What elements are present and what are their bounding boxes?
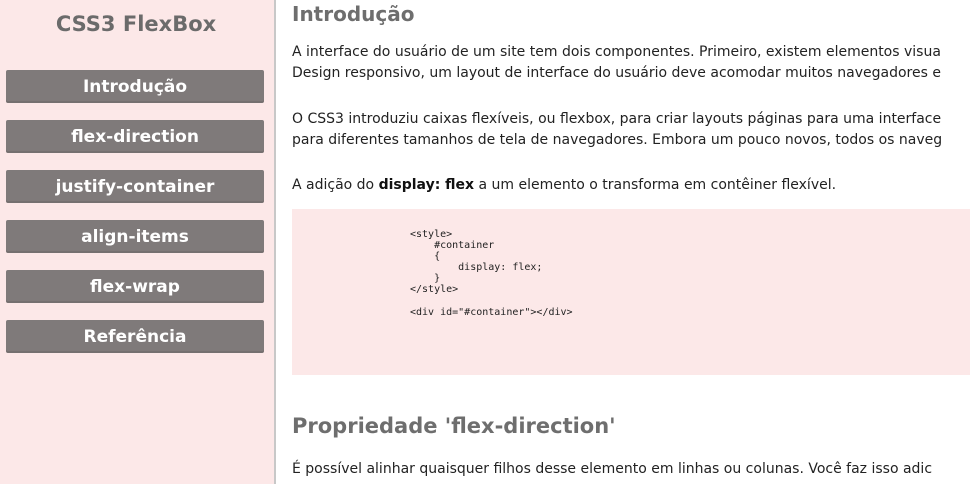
intro-p3-text-after: a um elemento o transforma em contêiner …	[474, 177, 837, 193]
code-line-container-selector: #container	[410, 240, 495, 251]
nav-button-flex-direction[interactable]: flex-direction	[6, 120, 264, 153]
intro-p3-text-before: A adição do	[292, 177, 379, 193]
nav-button-referencia[interactable]: Referência	[6, 320, 264, 353]
code-line-brace-open: {	[410, 251, 441, 262]
display-flex-keyword: display: flex	[378, 177, 475, 193]
sidebar: CSS3 FlexBox Introdução flex-direction j…	[0, 0, 276, 484]
code-line-brace-close: }	[410, 273, 441, 284]
section-heading-flex-direction: Propriedade 'flex-direction'	[292, 414, 616, 438]
intro-paragraph-2-line-2: para diferentes tamanhos de tela de nave…	[292, 132, 943, 148]
code-line-style-open: <style>	[410, 229, 453, 240]
section-heading-introducao: Introdução	[292, 2, 415, 26]
intro-paragraph-1-line-1: A interface do usuário de um site tem do…	[292, 44, 941, 60]
sidebar-title: CSS3 FlexBox	[55, 12, 217, 36]
nav-button-introducao[interactable]: Introdução	[6, 70, 264, 103]
code-example-box: <style> #container { display: flex; } </…	[292, 209, 970, 375]
nav-button-justify-container[interactable]: justify-container	[6, 170, 264, 203]
code-line-display-flex: display: flex;	[410, 262, 543, 273]
intro-paragraph-3: A adição do display: flex a um elemento …	[292, 175, 970, 196]
code-line-style-close: </style>	[410, 284, 459, 295]
intro-paragraph-2-line-1: O CSS3 introduziu caixas flexíveis, ou f…	[292, 111, 942, 127]
code-line-div-container: <div id="#container"></div>	[410, 307, 573, 318]
nav-button-align-items[interactable]: align-items	[6, 220, 264, 253]
intro-paragraph-1-line-2: Design responsivo, um layout de interfac…	[292, 65, 941, 81]
nav-button-flex-wrap[interactable]: flex-wrap	[6, 270, 264, 303]
main-content: Introdução A interface do usuário de um …	[292, 0, 970, 484]
flex-direction-paragraph-1: É possível alinhar quaisquer filhos dess…	[292, 461, 933, 477]
